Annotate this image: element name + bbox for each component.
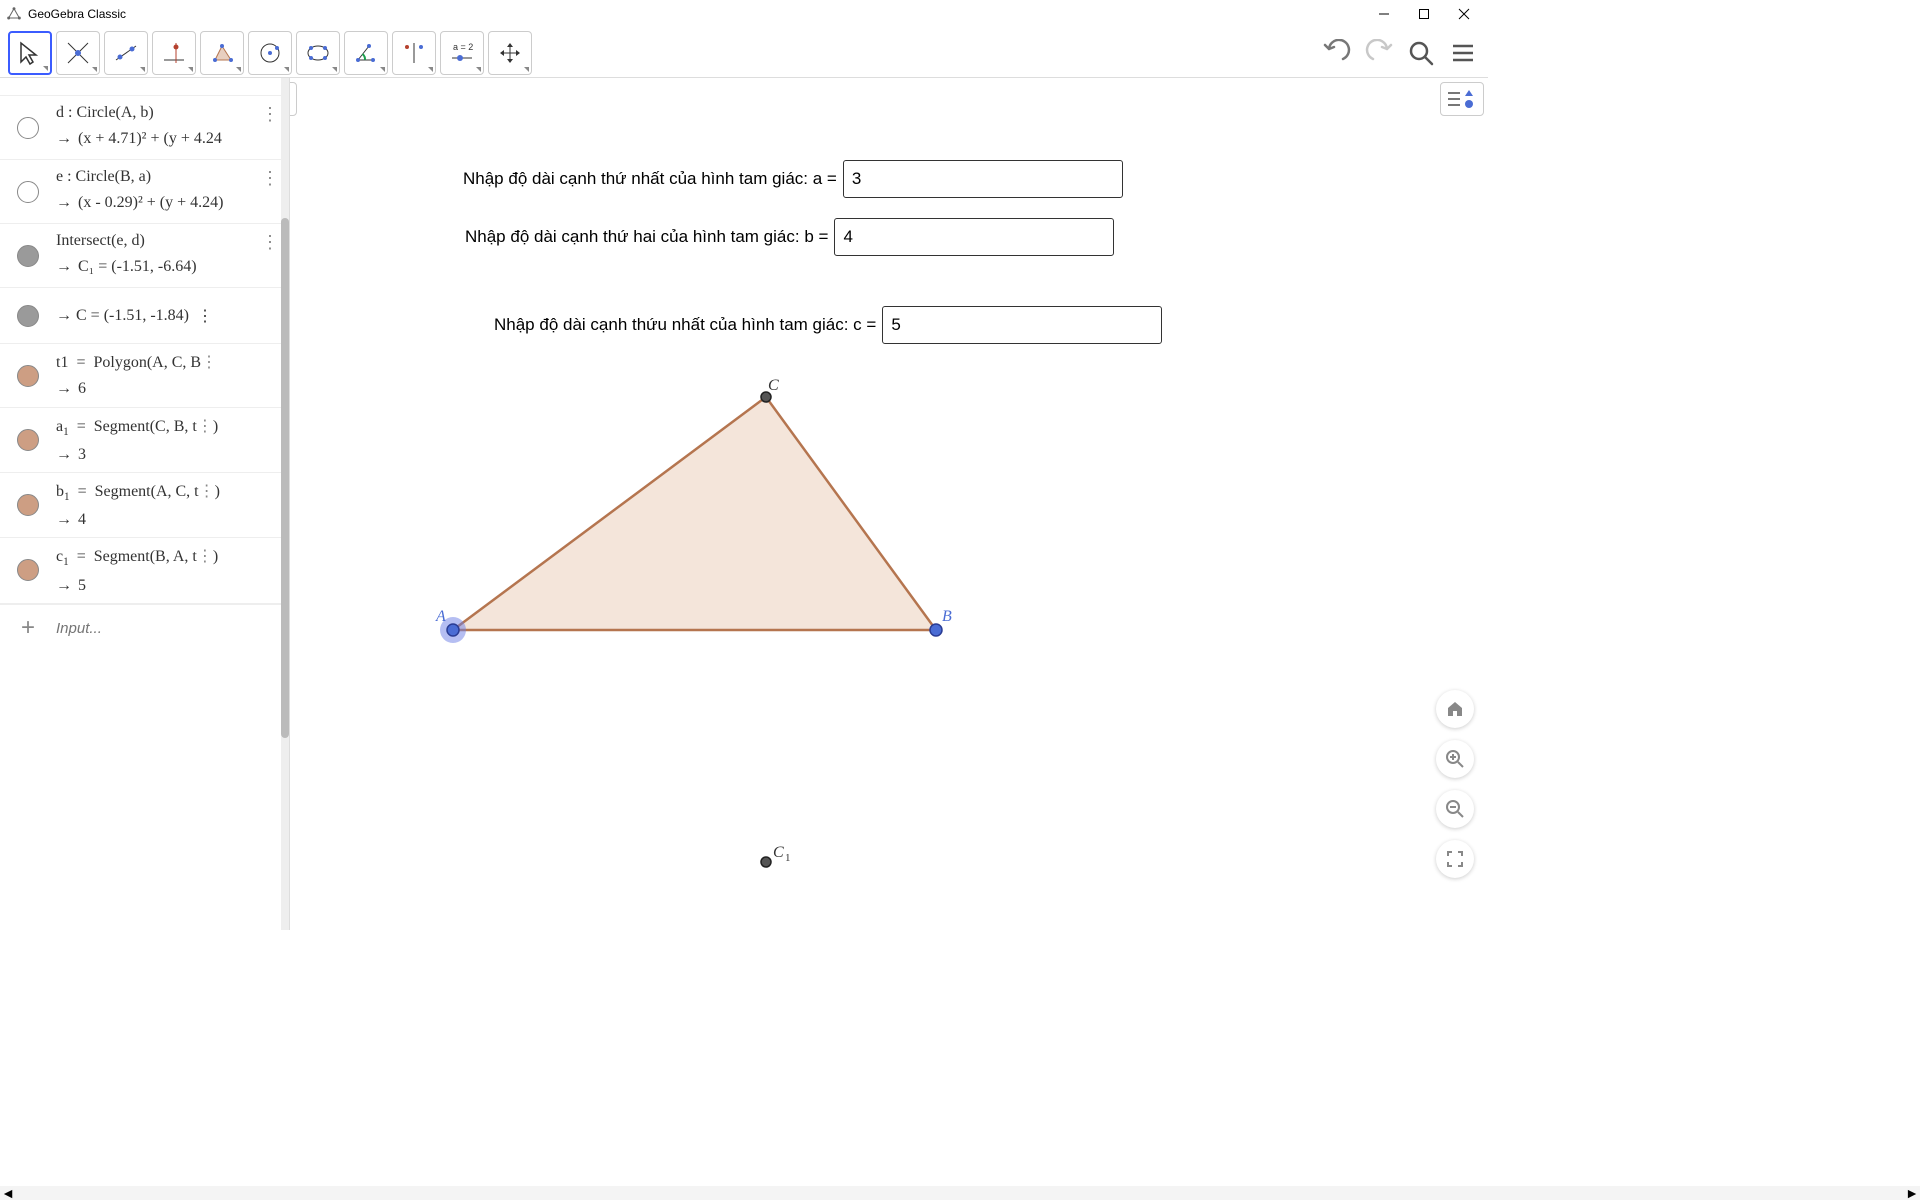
home-button[interactable] (1436, 690, 1474, 728)
item-val: (x + 4.71)² + (y + 4.24 (78, 130, 222, 147)
input-c-label: Nhập độ dài cạnh thứu nhất của hình tam … (494, 315, 876, 335)
perpendicular-tool[interactable] (152, 31, 196, 75)
label-c: C (768, 377, 779, 394)
move-view-tool[interactable] (488, 31, 532, 75)
input-b-label: Nhập độ dài cạnh thứ hai của hình tam gi… (465, 227, 828, 247)
svg-text:a = 2: a = 2 (453, 42, 473, 52)
item-val: 3 (78, 446, 86, 463)
algebra-toggle-icon[interactable]: N (290, 82, 297, 116)
input-b-field[interactable] (834, 218, 1114, 256)
algebra-item-e[interactable]: e : Circle(B, a) → (x - 0.29)² + (y + 4.… (0, 160, 289, 224)
item-val: C = (-1.51, -1.84) (76, 307, 189, 325)
reflect-tool[interactable] (392, 31, 436, 75)
zoom-in-button[interactable] (1436, 740, 1474, 778)
algebra-item-d[interactable]: d : Circle(A, b) → (x + 4.71)² + (y + 4.… (0, 96, 289, 160)
item-def: c1 = Segment(B, A, t⋮) (56, 546, 281, 568)
input-a-row: Nhập độ dài cạnh thứ nhất của hình tam g… (463, 160, 1123, 198)
item-menu-icon[interactable]: ⋮ (261, 104, 279, 125)
zoom-out-button[interactable] (1436, 790, 1474, 828)
item-def: d : Circle(A, b) (56, 104, 281, 122)
toolbar: a = 2 (0, 28, 1488, 78)
algebra-panel: d : Circle(A, b) → (x + 4.71)² + (y + 4.… (0, 78, 290, 930)
titlebar: GeoGebra Classic (0, 0, 1488, 28)
redo-button[interactable] (1362, 36, 1396, 70)
item-val: 4 (78, 511, 86, 528)
svg-text:1: 1 (785, 852, 791, 864)
algebra-input[interactable] (56, 620, 289, 637)
item-menu-icon[interactable]: ⋮ (261, 232, 279, 253)
item-menu-icon[interactable]: ⋮ (261, 168, 279, 189)
slider-tool[interactable]: a = 2 (440, 31, 484, 75)
main-area: d : Circle(A, b) → (x + 4.71)² + (y + 4.… (0, 78, 1488, 930)
input-a-label: Nhập độ dài cạnh thứ nhất của hình tam g… (463, 169, 837, 189)
close-button[interactable] (1444, 0, 1484, 28)
fullscreen-button[interactable] (1436, 840, 1474, 878)
add-icon[interactable]: + (0, 614, 56, 642)
point-tool[interactable] (56, 31, 100, 75)
item-menu-icon[interactable]: ⋮ (197, 306, 213, 326)
construction-svg: A B C C 1 (290, 78, 1488, 930)
label-c1: C (773, 844, 784, 861)
item-def: e : Circle(B, a) (56, 168, 281, 186)
input-a-field[interactable] (843, 160, 1123, 198)
ellipse-tool[interactable] (296, 31, 340, 75)
minimize-button[interactable] (1364, 0, 1404, 28)
search-button[interactable] (1404, 36, 1438, 70)
input-b-row: Nhập độ dài cạnh thứ hai của hình tam gi… (465, 218, 1114, 256)
line-tool[interactable] (104, 31, 148, 75)
input-c-field[interactable] (882, 306, 1162, 344)
menu-button[interactable] (1446, 36, 1480, 70)
undo-button[interactable] (1320, 36, 1354, 70)
angle-tool[interactable] (344, 31, 388, 75)
item-def: b1 = Segment(A, C, t⋮) (56, 481, 281, 503)
input-c-row: Nhập độ dài cạnh thứu nhất của hình tam … (494, 306, 1162, 344)
algebra-scrollbar[interactable] (281, 78, 289, 930)
algebra-item-t1[interactable]: t1 = Polygon(A, C, B⋮ → 6 (0, 344, 289, 408)
algebra-item-a1[interactable]: a1 = Segment(C, B, t⋮) → 3 (0, 408, 289, 473)
polygon-tool[interactable] (200, 31, 244, 75)
item-val: 5 (78, 577, 86, 594)
item-val: 6 (78, 380, 86, 397)
label-a: A (435, 608, 446, 625)
algebra-item-b1[interactable]: b1 = Segment(A, C, t⋮) → 4 (0, 473, 289, 538)
item-def: Intersect(e, d) (56, 232, 281, 250)
algebra-item-c[interactable]: → C = (-1.51, -1.84) ⋮ (0, 288, 289, 344)
algebra-item-intersect[interactable]: Intersect(e, d) → C₁ = (-1.51, -6.64) ⋮ (0, 224, 289, 288)
algebra-item-c1[interactable]: c1 = Segment(B, A, t⋮) → 5 (0, 538, 289, 603)
window-title: GeoGebra Classic (28, 7, 1364, 21)
maximize-button[interactable] (1404, 0, 1444, 28)
item-val: C₁ = (-1.51, -6.64) (78, 258, 197, 275)
move-tool[interactable] (8, 31, 52, 75)
item-def: a1 = Segment(C, B, t⋮) (56, 416, 281, 438)
graphics-view[interactable]: N Nhập độ dài cạnh thứ nhất của hình tam… (290, 78, 1488, 930)
circle-tool[interactable] (248, 31, 292, 75)
app-logo-icon (6, 6, 22, 22)
item-def: t1 = Polygon(A, C, B⋮ (56, 352, 281, 372)
item-val: (x - 0.29)² + (y + 4.24) (78, 194, 223, 211)
label-b: B (942, 608, 952, 625)
graphics-toggle-icon[interactable] (1440, 82, 1484, 116)
algebra-input-row[interactable]: + (0, 604, 289, 652)
horizontal-scrollbar[interactable]: ◄► (0, 1186, 1920, 1200)
